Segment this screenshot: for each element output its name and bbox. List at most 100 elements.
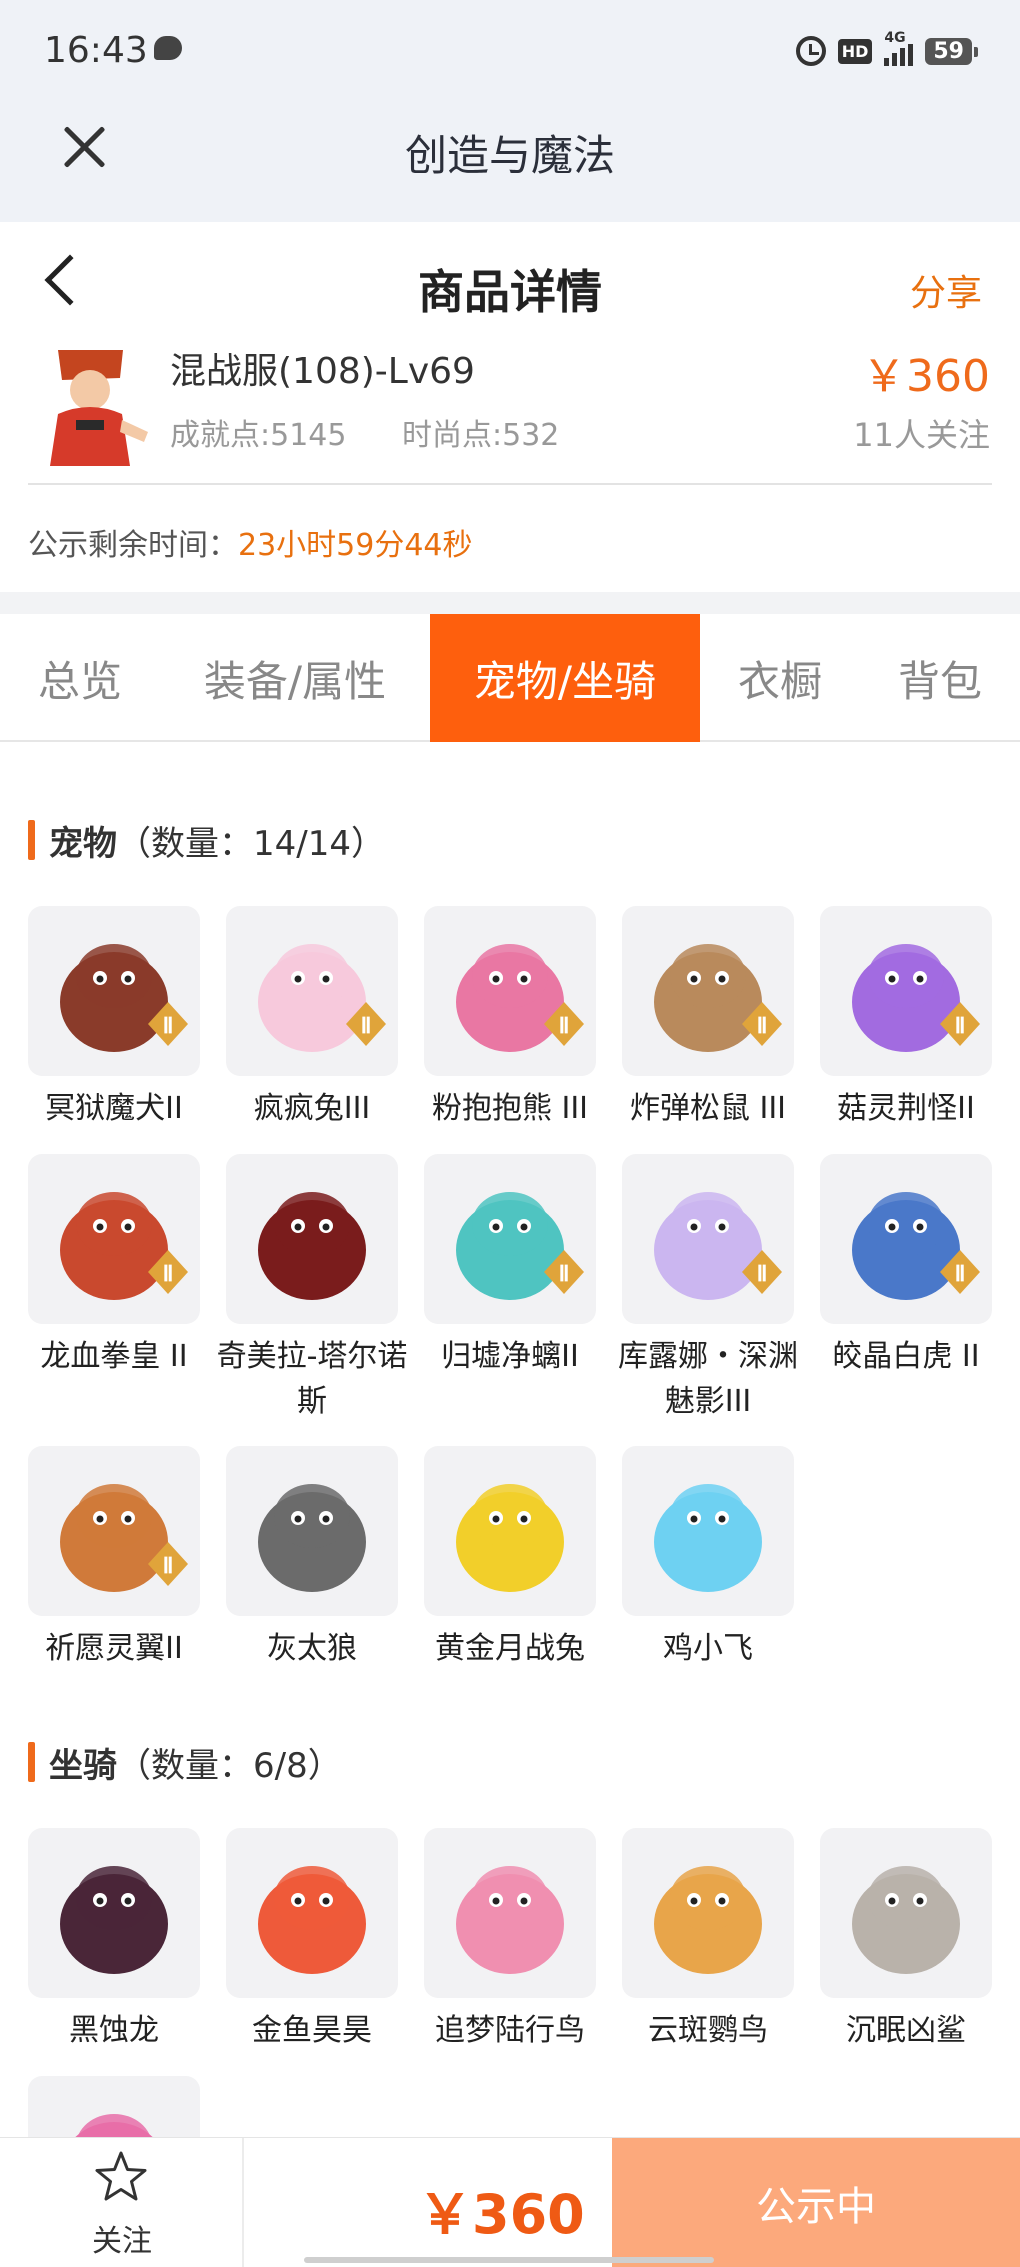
- pet-item[interactable]: Ⅱ 库露娜・深渊魅影III: [618, 1154, 798, 1424]
- bottom-price: ￥360: [418, 2183, 585, 2246]
- app-title: 创造与魔法: [404, 131, 615, 180]
- dragon-dog-icon: Ⅱ: [28, 906, 200, 1076]
- dragon-boxer-icon: Ⅱ: [28, 1154, 200, 1324]
- mount-name: 黑蚀龙: [69, 2013, 159, 2048]
- tab-backpack[interactable]: 背包: [860, 614, 1020, 742]
- chick-icon: [622, 1446, 794, 1616]
- character-avatar: [28, 350, 152, 466]
- tab-bar: 总览 装备/属性 宠物/坐骑 衣橱 背包: [0, 614, 1020, 742]
- pets-section-heading: 宠物 （数量：14/14）: [28, 818, 385, 864]
- white-tiger-icon: Ⅱ: [820, 1154, 992, 1324]
- countdown-value: 23小时59分44秒: [238, 528, 473, 563]
- watcher-count: 11人关注: [853, 416, 990, 454]
- tab-wardrobe[interactable]: 衣橱: [700, 614, 860, 742]
- top-zone: 16:43 HD 4G 59 创造与魔法: [0, 0, 1020, 222]
- svg-text:Ⅱ: Ⅱ: [361, 1013, 372, 1038]
- pet-item[interactable]: Ⅱ 粉抱抱熊 III: [424, 906, 596, 1131]
- pet-name: 鸡小飞: [663, 1631, 753, 1666]
- pet-item[interactable]: 灰太狼: [226, 1446, 398, 1671]
- squirrel-icon: Ⅱ: [622, 906, 794, 1076]
- pet-item[interactable]: Ⅱ 祈愿灵翼II: [28, 1446, 200, 1671]
- fashion-points: 时尚点:532: [402, 418, 560, 453]
- svg-text:Ⅱ: Ⅱ: [559, 1261, 570, 1286]
- mushroom-sprite-icon: Ⅱ: [820, 906, 992, 1076]
- mount-item[interactable]: 沉眠凶鲨: [820, 1828, 992, 2053]
- mounts-section-heading: 坐骑 （数量：6/8）: [28, 1740, 342, 1786]
- pet-item[interactable]: Ⅱ 龙血拳皇 II: [28, 1154, 200, 1379]
- chimera-icon: [226, 1154, 398, 1324]
- mount-item[interactable]: 黑蚀龙: [28, 1828, 200, 2053]
- black-dragon-icon: [28, 1828, 200, 1998]
- page-title: 商品详情: [418, 265, 602, 319]
- home-indicator: [304, 2257, 714, 2263]
- rabbit-icon: Ⅱ: [226, 906, 398, 1076]
- pet-item[interactable]: 鸡小飞: [622, 1446, 794, 1671]
- tab-equipment[interactable]: 装备/属性: [160, 614, 430, 742]
- pet-name: 冥狱魔犬II: [45, 1091, 183, 1126]
- mount-item[interactable]: 金鱼昊昊: [226, 1828, 398, 2053]
- griffin-icon: Ⅱ: [28, 1446, 200, 1616]
- pet-item[interactable]: Ⅱ 归墟净螭II: [424, 1154, 596, 1379]
- section-gap: [0, 592, 1020, 614]
- mount-item[interactable]: 云斑鹦鸟: [622, 1828, 794, 2053]
- mount-name: 追梦陆行鸟: [435, 2013, 585, 2048]
- achievement-points: 成就点:5145: [170, 418, 347, 453]
- pet-item[interactable]: Ⅱ 菇灵荆怪II: [820, 906, 992, 1131]
- pet-name: 疯疯兔III: [253, 1091, 371, 1126]
- divider: [28, 483, 992, 485]
- chat-bubble-icon: [154, 36, 182, 60]
- pet-name: 归墟净螭II: [441, 1339, 579, 1374]
- pet-name: 奇美拉-塔尔诺斯: [216, 1339, 408, 1419]
- detail-header: 商品详情 分享: [0, 222, 1020, 342]
- pet-item[interactable]: Ⅱ 疯疯兔III: [226, 906, 398, 1131]
- follow-button[interactable]: 关注: [0, 2138, 244, 2267]
- mount-name: 云斑鹦鸟: [648, 2013, 768, 2048]
- pet-item[interactable]: Ⅱ 冥狱魔犬II: [28, 906, 200, 1131]
- pets-section-title: 宠物: [49, 823, 117, 864]
- pet-name: 菇灵荆怪II: [837, 1091, 975, 1126]
- product-price: ￥360: [862, 351, 990, 402]
- product-name: 混战服(108)-Lv69: [170, 351, 475, 392]
- pet-item[interactable]: 黄金月战兔: [424, 1446, 596, 1671]
- signal-icon: 4G: [884, 30, 914, 66]
- pet-item[interactable]: 奇美拉-塔尔诺斯: [217, 1154, 407, 1424]
- section-accent-bar: [28, 1742, 35, 1782]
- goldfish-icon: [226, 1828, 398, 1998]
- svg-text:Ⅱ: Ⅱ: [757, 1013, 768, 1038]
- notice-label: 公示剩余时间：: [28, 528, 238, 563]
- product-summary: 混战服(108)-Lv69 成就点:5145 时尚点:532 ￥360 11人关…: [0, 342, 1020, 482]
- hd-icon: HD: [837, 38, 873, 64]
- svg-text:Ⅱ: Ⅱ: [955, 1261, 966, 1286]
- follow-label: 关注: [92, 2224, 152, 2259]
- tab-pets-mounts[interactable]: 宠物/坐骑: [430, 614, 700, 742]
- pet-name: 粉抱抱熊 III: [431, 1091, 589, 1126]
- golden-rabbit-icon: [424, 1446, 596, 1616]
- pet-name: 灰太狼: [267, 1631, 357, 1666]
- network-label: 4G: [884, 30, 906, 46]
- pet-item[interactable]: Ⅱ 皎晶白虎 II: [820, 1154, 992, 1379]
- svg-text:Ⅱ: Ⅱ: [757, 1261, 768, 1286]
- mount-name: 沉眠凶鲨: [846, 2013, 966, 2048]
- mount-name: 金鱼昊昊: [252, 2013, 372, 2048]
- publicity-status-button[interactable]: 公示中: [612, 2138, 1020, 2267]
- svg-text:Ⅱ: Ⅱ: [163, 1553, 174, 1578]
- grey-wolf-icon: [226, 1446, 398, 1616]
- share-button[interactable]: 分享: [910, 264, 982, 316]
- svg-text:Ⅱ: Ⅱ: [163, 1013, 174, 1038]
- bottom-action-bar: 关注 ￥360 公示中: [0, 2137, 1020, 2267]
- mount-item[interactable]: 追梦陆行鸟: [424, 1828, 596, 2053]
- mounts-count: （数量：6/8）: [117, 1745, 342, 1786]
- mounts-section-title: 坐骑: [49, 1745, 117, 1786]
- alarm-icon: [795, 36, 826, 66]
- pets-count: （数量：14/14）: [117, 823, 385, 864]
- pet-name: 黄金月战兔: [435, 1631, 585, 1666]
- pet-name: 祈愿灵翼II: [45, 1631, 183, 1666]
- water-dragon-icon: Ⅱ: [424, 1154, 596, 1324]
- shark-icon: [820, 1828, 992, 1998]
- pet-name: 炸弹松鼠 III: [629, 1091, 787, 1126]
- status-bar: 16:43 HD 4G 59: [0, 0, 1020, 100]
- section-accent-bar: [28, 820, 35, 860]
- pet-name: 龙血拳皇 II: [40, 1339, 188, 1374]
- pet-item[interactable]: Ⅱ 炸弹松鼠 III: [622, 906, 794, 1131]
- tab-overview[interactable]: 总览: [0, 614, 160, 742]
